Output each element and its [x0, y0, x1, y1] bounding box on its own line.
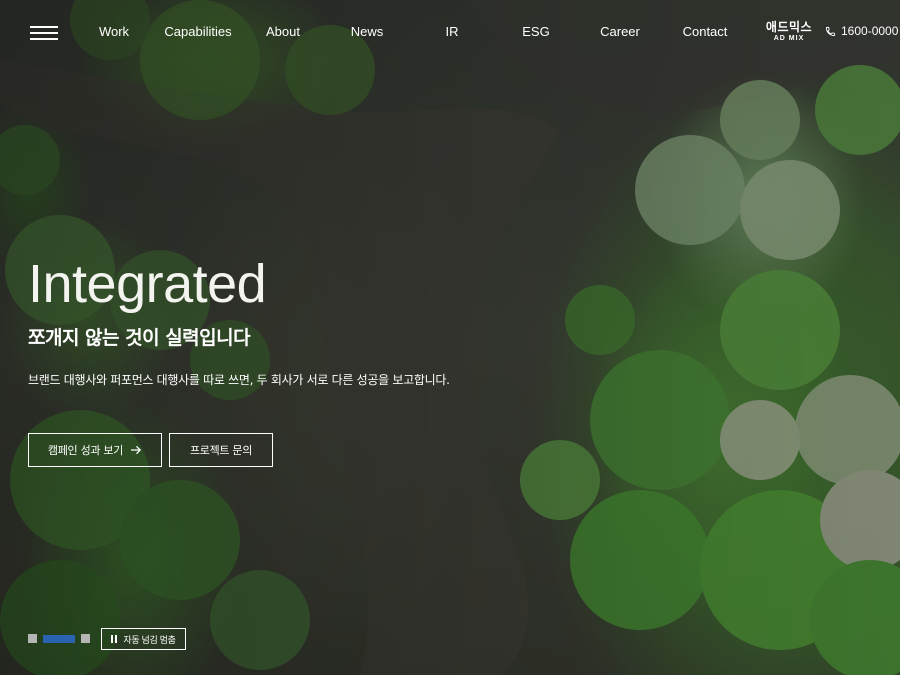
phone-number: 1600-0000 — [841, 24, 899, 38]
nav-about[interactable]: About — [266, 24, 300, 39]
nav-ir[interactable]: IR — [446, 24, 459, 39]
pause-icon — [111, 635, 118, 643]
hero-subtitle: 쪼개지 않는 것이 실력입니다 — [28, 327, 251, 349]
nav-news[interactable]: News — [351, 24, 384, 39]
project-inquiry-label: 프로젝트 문의 — [189, 444, 253, 457]
nav-esg[interactable]: ESG — [522, 24, 549, 39]
phone-icon — [825, 26, 836, 36]
phone-contact[interactable]: 1600-0000 — [825, 24, 898, 38]
site-logo[interactable]: 애드믹스 AD MIX — [765, 20, 813, 44]
slider-pagination — [28, 634, 90, 643]
slide-dot-2[interactable] — [43, 634, 75, 643]
logo-english: AD MIX — [773, 35, 805, 42]
hero-title: Integrated — [28, 254, 267, 314]
project-inquiry-button[interactable]: 프로젝트 문의 — [169, 433, 273, 467]
hero-description: 브랜드 대행사와 퍼포먼스 대행사를 따로 쓰면, 두 회사가 서로 다른 성공… — [28, 373, 450, 387]
slide-dot-3[interactable] — [81, 634, 90, 643]
site-header: Work Capabilities About News IR ESG Care… — [0, 0, 900, 64]
view-campaign-results-button[interactable]: 캠페인 성과 보기 — [28, 433, 162, 467]
autoplay-pause-button[interactable]: 자동 넘김 멈춤 — [101, 628, 186, 650]
nav-work[interactable]: Work — [99, 24, 129, 39]
menu-icon[interactable] — [30, 24, 58, 42]
arrow-right-icon — [131, 445, 142, 455]
logo-korean: 애드믹스 — [765, 20, 813, 34]
autoplay-label: 자동 넘김 멈춤 — [123, 634, 176, 645]
slide-dot-1[interactable] — [28, 634, 37, 643]
nav-capabilities[interactable]: Capabilities — [164, 24, 231, 39]
nav-contact[interactable]: Contact — [683, 24, 728, 39]
view-campaign-results-label: 캠페인 성과 보기 — [47, 444, 124, 457]
nav-career[interactable]: Career — [600, 24, 640, 39]
